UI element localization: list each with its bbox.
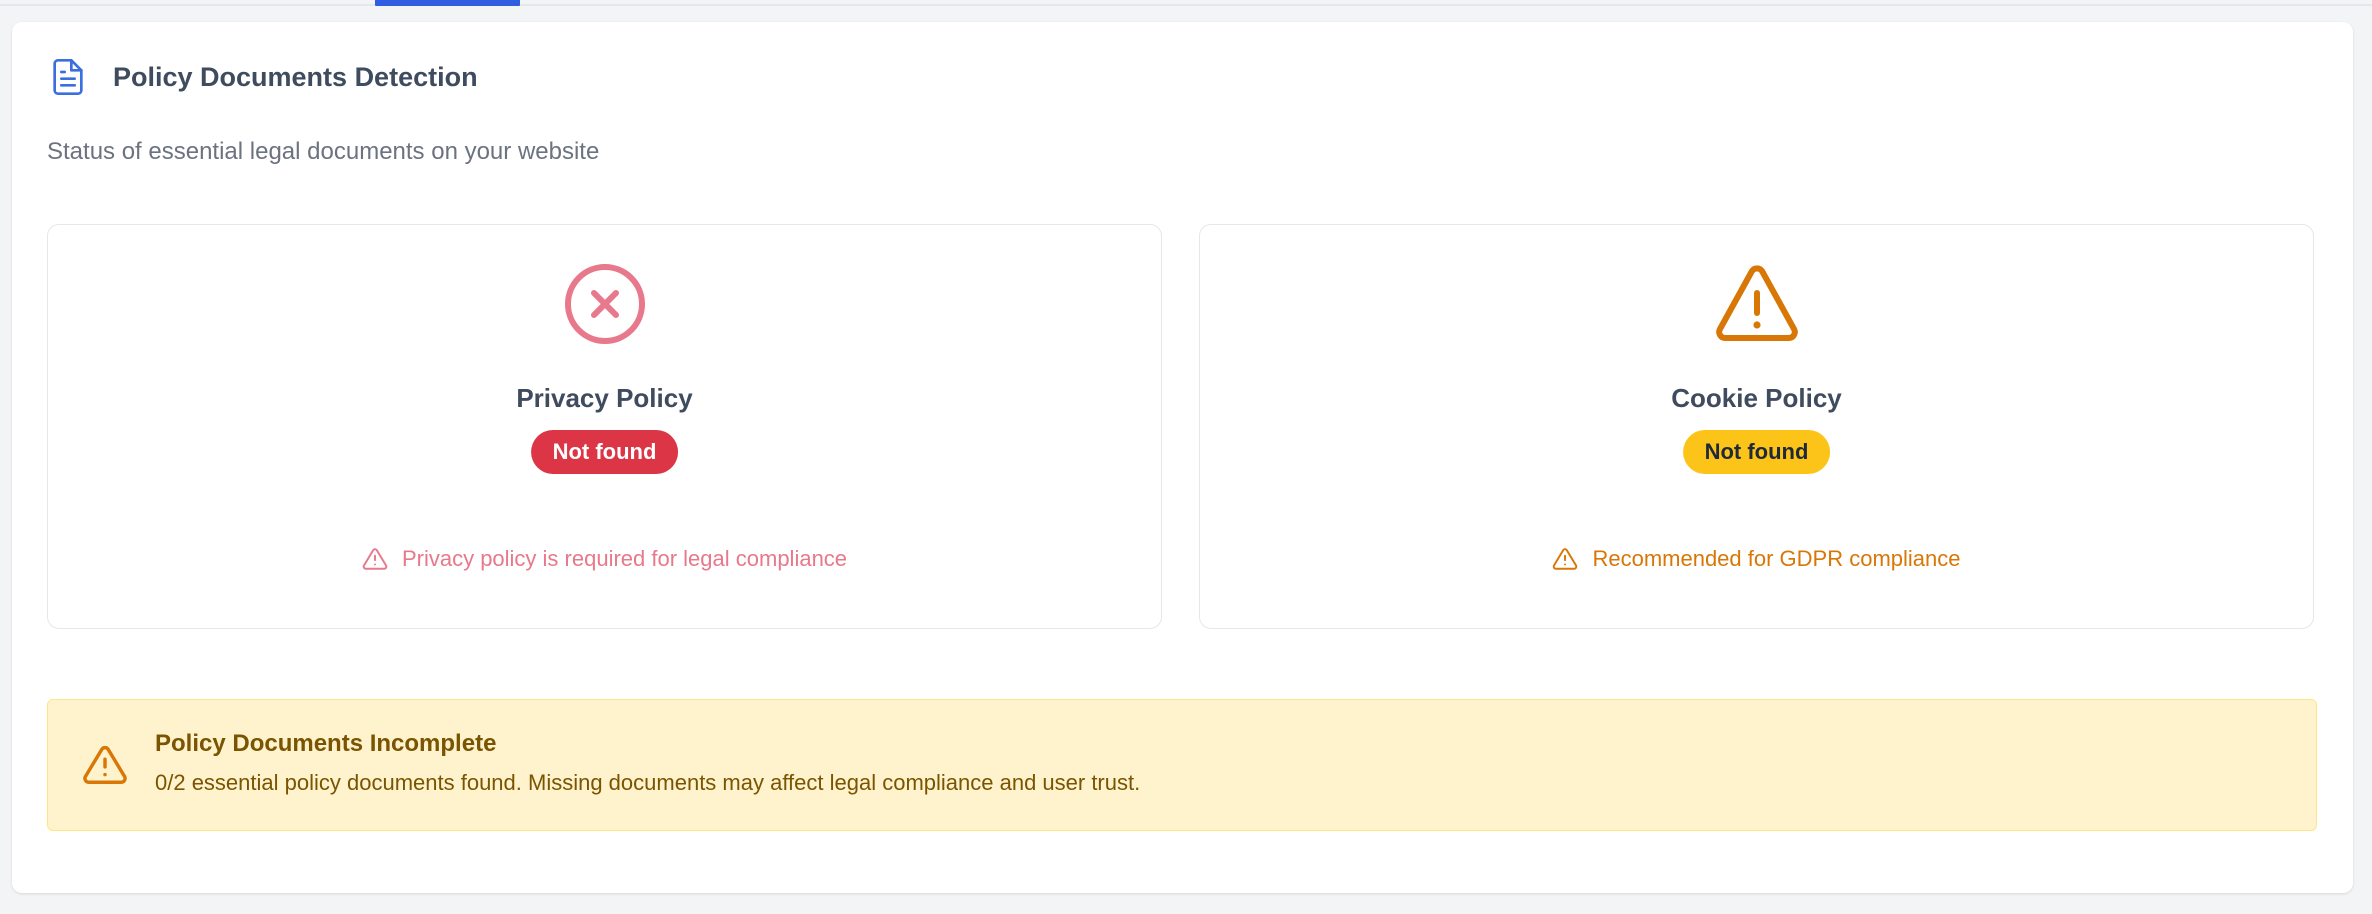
tab-bar: [0, 0, 2372, 6]
card-note-text: Recommended for GDPR compliance: [1592, 546, 1961, 571]
card-note: Privacy policy is required for legal com…: [48, 544, 1161, 574]
privacy-policy-card: Privacy Policy Not found Privacy policy …: [47, 224, 1162, 629]
alert-text: 0/2 essential policy documents found. Mi…: [155, 770, 1141, 795]
card-note: Recommended for GDPR compliance: [1200, 544, 2313, 574]
card-title: Cookie Policy: [1671, 383, 1842, 413]
card-title: Privacy Policy: [516, 383, 693, 413]
warning-triangle-icon: [83, 746, 127, 784]
warning-triangle-icon: [362, 548, 388, 570]
section-title: Policy Documents Detection: [113, 62, 478, 92]
alert-title: Policy Documents Incomplete: [155, 730, 497, 757]
active-tab-indicator: [375, 0, 520, 6]
policy-incomplete-alert: Policy Documents Incomplete 0/2 essentia…: [47, 699, 2317, 831]
document-icon: [53, 59, 83, 95]
policy-documents-panel: Policy Documents Detection Status of ess…: [12, 22, 2353, 893]
status-badge: Not found: [1682, 430, 1831, 474]
warning-triangle-icon: [1715, 265, 1798, 341]
x-circle-icon: [564, 264, 645, 344]
section-subtitle: Status of essential legal documents on y…: [47, 138, 600, 165]
status-badge: Not found: [530, 430, 679, 474]
warning-triangle-icon: [1553, 548, 1578, 570]
cookie-policy-card: Cookie Policy Not found Recommended for …: [1199, 224, 2314, 629]
card-note-text: Privacy policy is required for legal com…: [401, 546, 848, 571]
